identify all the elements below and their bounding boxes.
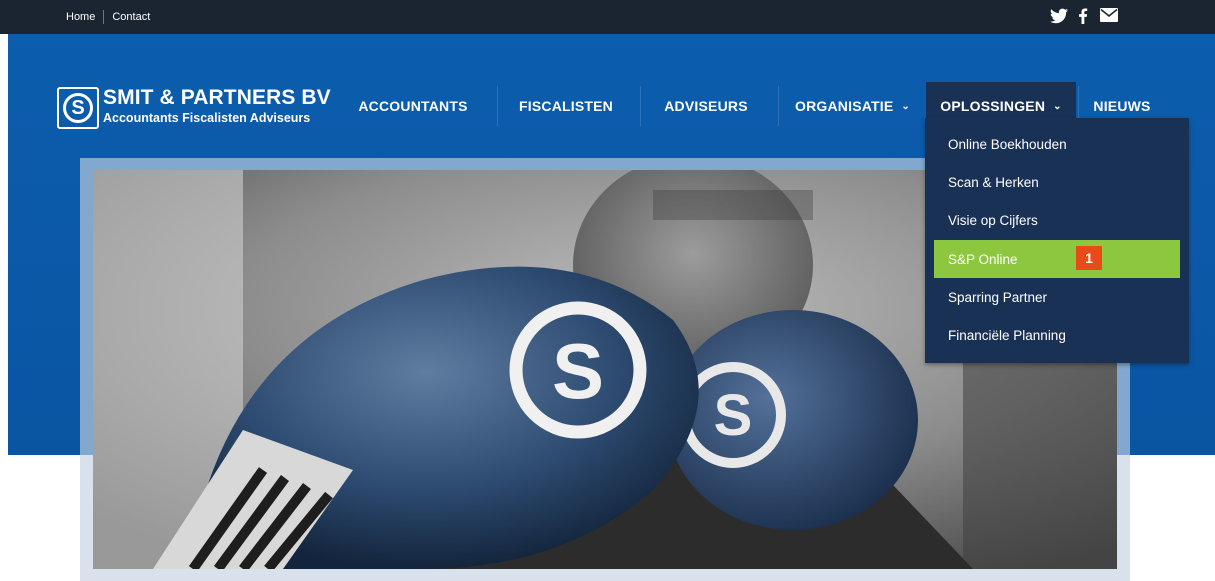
dropdown-item-visie-op-cijfers[interactable]: Visie op Cijfers [925, 201, 1189, 239]
nav-divider [778, 86, 779, 126]
site-logo[interactable]: S SMIT & PARTNERS BV Accountants Fiscali… [57, 87, 331, 131]
nav-divider [640, 86, 641, 126]
nav-label: ORGANISATIE [795, 98, 894, 114]
svg-text:S: S [552, 327, 604, 415]
dropdown-item-financiele-planning[interactable]: Financiële Planning [925, 316, 1189, 354]
dropdown-item-label: Financiële Planning [948, 327, 1066, 343]
dropdown-item-label: Online Boekhouden [948, 136, 1067, 152]
nav-label: NIEUWS [1093, 98, 1151, 114]
step-badge: 1 [1076, 246, 1102, 270]
facebook-icon[interactable] [1078, 8, 1088, 26]
nav-label: ACCOUNTANTS [358, 98, 468, 114]
logo-mark-letter: S [63, 93, 93, 123]
logo-tagline: Accountants Fiscalisten Adviseurs [103, 111, 311, 125]
nav-divider [497, 86, 498, 126]
twitter-icon[interactable] [1050, 8, 1068, 26]
svg-text:S: S [714, 383, 753, 448]
dropdown-item-label: Sparring Partner [948, 289, 1048, 305]
logo-name: SMIT & PARTNERS BV [103, 86, 331, 109]
dropdown-item-label: Scan & Herken [948, 174, 1039, 190]
oplossingen-dropdown: Online Boekhouden Scan & Herken Visie op… [925, 118, 1189, 363]
dropdown-item-online-boekhouden[interactable]: Online Boekhouden [925, 125, 1189, 163]
nav-label: OPLOSSINGEN [940, 98, 1046, 114]
dropdown-item-scan-herken[interactable]: Scan & Herken [925, 163, 1189, 201]
mail-icon[interactable] [1100, 8, 1118, 26]
nav-label: ADVISEURS [664, 98, 748, 114]
nav-accountants[interactable]: ACCOUNTANTS [345, 82, 481, 130]
dropdown-item-label: Visie op Cijfers [948, 212, 1038, 228]
top-links: Home Contact [66, 0, 150, 34]
dropdown-item-sparring-partner[interactable]: Sparring Partner [925, 278, 1189, 316]
nav-fiscalisten[interactable]: FISCALISTEN [508, 82, 624, 130]
chevron-down-icon: ⌄ [901, 100, 910, 112]
top-bar: Home Contact [0, 0, 1215, 34]
nav-label: FISCALISTEN [519, 98, 613, 114]
nav-organisatie[interactable]: ORGANISATIE ⌄ [785, 82, 920, 130]
dropdown-item-sp-online[interactable]: S&P Online 1 [934, 240, 1180, 278]
nav-adviseurs[interactable]: ADVISEURS [650, 82, 762, 130]
dropdown-item-label: S&P Online [948, 251, 1018, 267]
chevron-down-icon: ⌄ [1053, 100, 1062, 112]
contact-link[interactable]: Contact [112, 11, 150, 23]
top-link-divider [103, 10, 105, 24]
home-link[interactable]: Home [66, 11, 95, 23]
logo-mark: S [57, 87, 99, 129]
